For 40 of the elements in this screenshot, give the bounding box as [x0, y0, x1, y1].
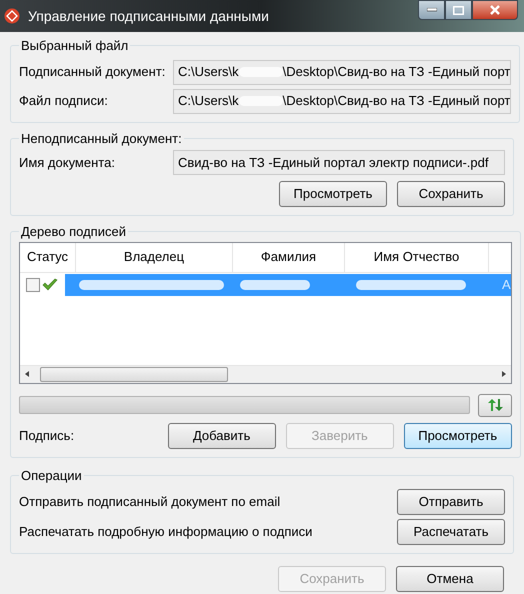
path-end: \Desktop\Свид-во на ТЗ -Единый порт [282, 63, 510, 82]
minimize-icon [426, 8, 436, 12]
dialog-button[interactable]: Добавить [168, 422, 276, 448]
scrollbar-thumb[interactable] [40, 366, 228, 382]
redacted-text [240, 280, 310, 290]
field-label: Подписанный документ: [19, 63, 166, 82]
app-logo-icon [4, 8, 20, 24]
row-checkbox[interactable] [26, 278, 40, 292]
operation-description: Распечатать подробную информацию о подписи [19, 523, 312, 542]
column-header[interactable]: Владелец [76, 242, 233, 272]
group-title: Операции [20, 466, 83, 485]
close-button[interactable] [472, 0, 518, 20]
dialog-button[interactable]: Просмотреть [404, 422, 512, 448]
dialog-button[interactable]: Отмена [396, 566, 504, 592]
document-name-field: Свид-во на ТЗ -Единый портал электр подписи-.pdf [173, 150, 505, 175]
field-label: Файл подписи: [19, 92, 109, 110]
refresh-button[interactable] [478, 394, 512, 416]
dialog-button[interactable]: Сохранить [397, 181, 505, 207]
field-label: Подпись: [19, 426, 76, 445]
group-title: Выбранный файл [20, 37, 130, 55]
table-cell-text: А [502, 276, 511, 294]
minimize-button[interactable] [418, 0, 445, 20]
group-title: Неподписанный документ: [20, 130, 183, 148]
column-header[interactable]: Фамилия [233, 242, 345, 272]
maximize-icon [453, 6, 464, 14]
maximize-button[interactable] [445, 0, 472, 20]
window-title: Управление подписанными данными [28, 6, 269, 26]
refresh-arrows-icon [486, 398, 504, 412]
column-header[interactable]: Статус [20, 242, 76, 272]
path-start: C:\Users\k [178, 92, 239, 110]
column-header[interactable]: Имя Отчество [345, 242, 489, 272]
group-title: Дерево подписей [20, 223, 127, 241]
field-label: Имя документа: [19, 154, 116, 172]
path-start: C:\Users\k [178, 63, 239, 82]
dialog-button[interactable]: Распечатать [397, 519, 505, 545]
path-end: \Desktop\Свид-во на ТЗ -Единый порт [282, 92, 510, 110]
dialog-button[interactable]: Отправить [397, 489, 505, 515]
close-icon [490, 5, 500, 15]
operation-description: Отправить подписанный документ по email [19, 493, 280, 512]
dialog-button[interactable]: Просмотреть [279, 181, 387, 207]
